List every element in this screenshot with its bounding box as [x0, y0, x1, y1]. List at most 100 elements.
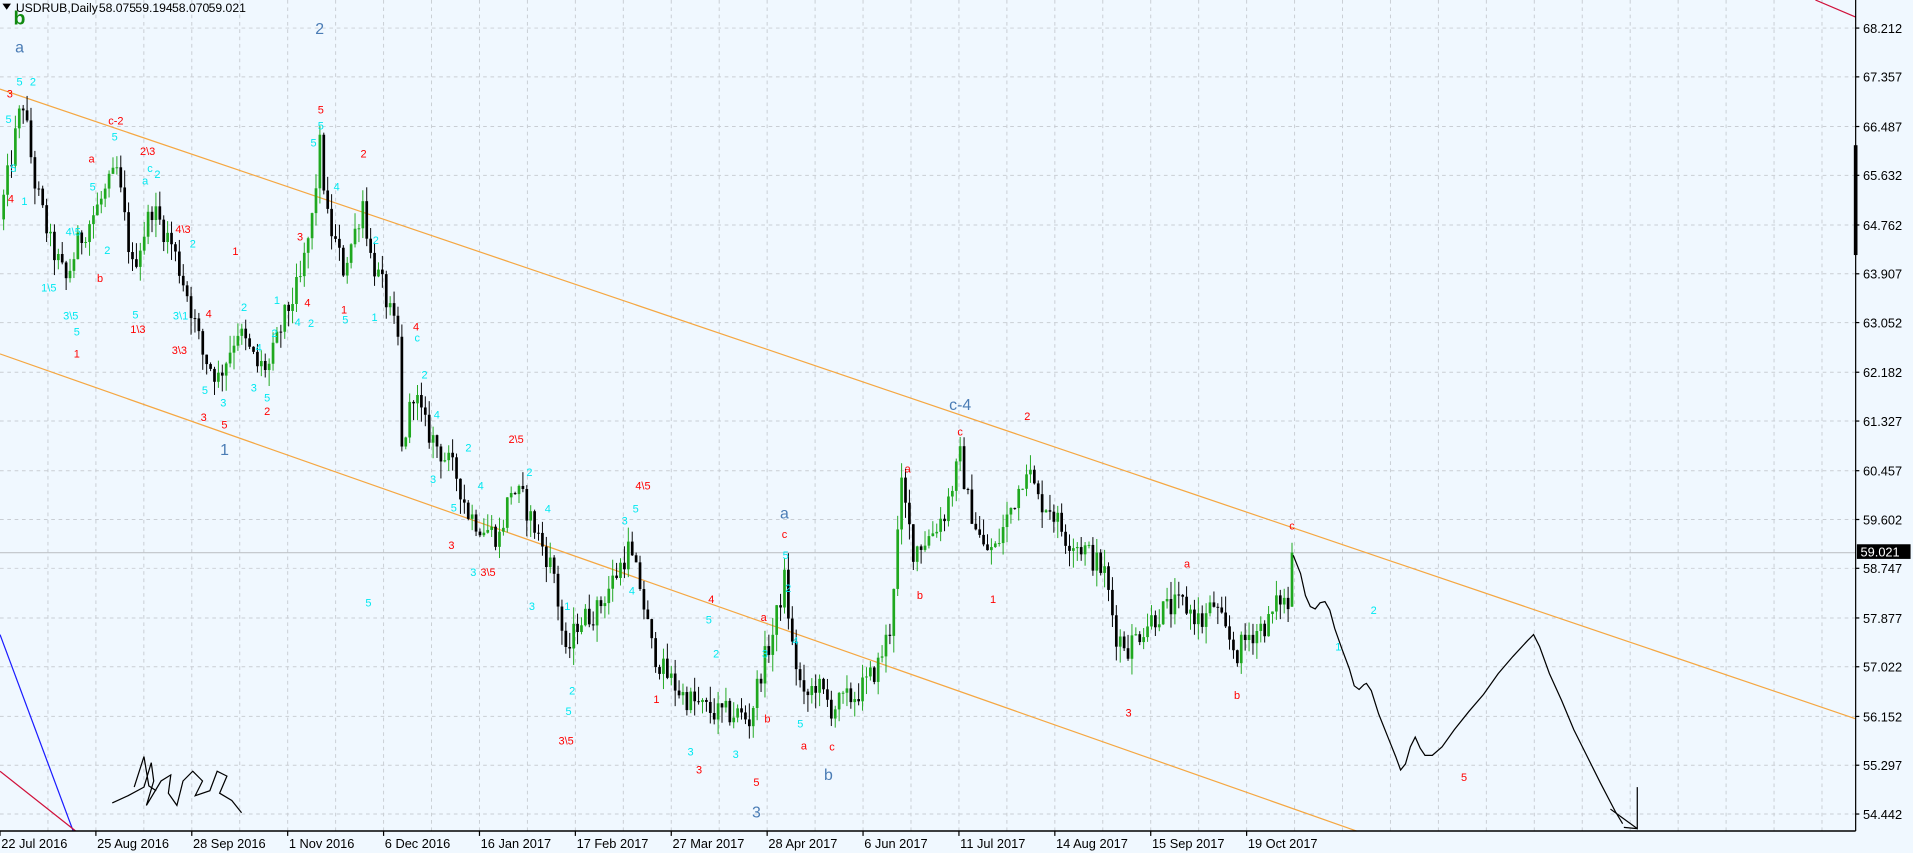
candle [1161, 601, 1165, 626]
candle-body [615, 575, 618, 578]
candle-body [326, 190, 330, 209]
candle-body [470, 514, 474, 519]
candle-body [103, 188, 107, 199]
candle-body [908, 502, 911, 525]
wave-label-red: 3 [201, 412, 207, 424]
candle-body [829, 699, 833, 719]
candle-body [154, 206, 158, 221]
current-price-label: 59.021 [1861, 544, 1900, 559]
wave-label-red: 5 [221, 419, 227, 431]
wave-label-cyan: 2 [190, 239, 196, 251]
candle-body [427, 414, 431, 443]
candle-body [1118, 636, 1122, 647]
candle [400, 324, 404, 452]
wave-label-cyan: 1 [564, 601, 570, 613]
price-scale-handle[interactable] [1853, 145, 1858, 256]
price-axis-label: 59.602 [1863, 512, 1902, 527]
candle-body [720, 703, 724, 708]
candle-body [626, 541, 630, 570]
candle-body [1185, 596, 1188, 614]
candle-body [666, 658, 669, 678]
wave-label-red: 3 [7, 89, 13, 101]
candle-body [1130, 635, 1134, 659]
candle-body [560, 606, 564, 631]
candle-body [849, 688, 853, 703]
candle-body [736, 708, 739, 718]
time-axis-label: 11 Jul 2017 [960, 836, 1025, 851]
wave-label-red: 2\5 [508, 434, 523, 446]
candle-body [381, 269, 384, 275]
candle-body [1111, 589, 1114, 616]
candle-body [533, 511, 536, 533]
candle-body [123, 187, 127, 213]
candle-body [431, 435, 435, 443]
candle-body [1017, 488, 1021, 509]
wave-label-red: b [917, 590, 923, 602]
wave-label-cyan: 2 [373, 235, 379, 247]
candle-body [353, 228, 357, 245]
candle-body [384, 274, 388, 308]
wave-label-red: 5 [753, 777, 759, 789]
wave-label-cyan: 5 [318, 120, 324, 132]
candle-body [505, 497, 509, 528]
candle-body [1001, 527, 1005, 544]
candle-body [833, 709, 837, 719]
wave-label-cyan: 5 [565, 706, 571, 718]
candle-body [634, 555, 638, 563]
wave-label-blue: a [780, 506, 789, 523]
wave-label-red: 1 [990, 594, 996, 606]
wave-label-cyan: 1\5 [41, 283, 56, 295]
candle-body [1275, 595, 1278, 612]
price-axis-label: 60.457 [1863, 464, 1902, 479]
candle-body [119, 167, 123, 188]
candle-body [1103, 566, 1106, 573]
candle-body [1091, 544, 1095, 571]
candle-body [951, 490, 954, 497]
candle-body [740, 708, 743, 713]
candle-body [447, 452, 451, 461]
price-axis-label: 58.747 [1863, 561, 1902, 576]
candle-body [537, 532, 540, 534]
candle-body [662, 658, 665, 674]
wave-label-cyan: 3 [470, 567, 476, 579]
candle-body [170, 232, 173, 245]
candle-body [37, 188, 41, 190]
candle-body [1263, 623, 1267, 637]
candle-body [1138, 634, 1142, 643]
candle-body [486, 529, 490, 533]
price-chart[interactable]: ba21c-4ab334c-2a2\34\3b1\31 3\34135234521… [0, 0, 1913, 853]
wave-label-red: 2 [1024, 411, 1030, 423]
candle-body [943, 518, 946, 522]
candle-body [1157, 624, 1161, 628]
candle-body [369, 238, 372, 253]
candle-body [810, 686, 814, 696]
candle-body [1267, 614, 1270, 637]
candle-body [884, 634, 888, 657]
candle-body [802, 680, 806, 692]
wave-label-red: c [782, 529, 788, 541]
candle-body [25, 110, 29, 121]
candle-body [33, 157, 37, 189]
wave-label-blue: a [15, 39, 24, 56]
candle-body [84, 242, 87, 244]
candle-body [1200, 613, 1204, 627]
candle-body [587, 608, 591, 625]
wave-label-cyan: 4 [295, 317, 301, 329]
candle [41, 185, 45, 208]
candle-body [1146, 626, 1149, 638]
candle [872, 666, 876, 685]
candle-body [947, 496, 950, 522]
candle-body [681, 692, 685, 696]
wave-label-cyan: 5 [451, 502, 457, 514]
candle-body [708, 701, 712, 713]
wave-label-red: 2 [361, 148, 367, 160]
candle-body [138, 250, 142, 267]
candle-body [1212, 602, 1216, 607]
candle-body [798, 669, 802, 681]
candle-body [252, 346, 255, 352]
candle-body [392, 303, 396, 316]
candle-body [388, 303, 392, 308]
candle-body [291, 303, 294, 311]
wave-label-cyan: 5 [202, 385, 208, 397]
candle-body [619, 562, 622, 578]
